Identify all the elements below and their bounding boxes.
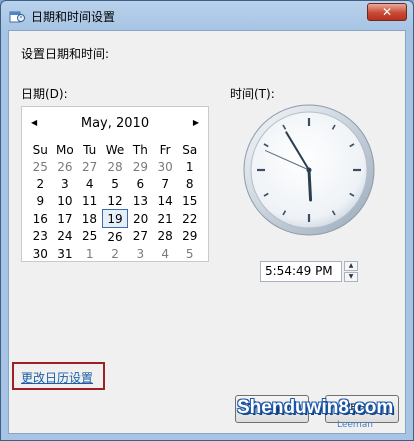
calendar-day[interactable]: 29 bbox=[177, 228, 202, 246]
calendar-clock-icon bbox=[9, 11, 25, 23]
analog-clock bbox=[243, 104, 375, 236]
calendar-day[interactable]: 24 bbox=[53, 228, 78, 246]
calendar-day[interactable]: 4 bbox=[77, 175, 102, 192]
calendar-day[interactable]: 17 bbox=[53, 210, 78, 228]
calendar: ◀ May, 2010 ▶ Su Mo Tu We Th Fr Sa 25 26… bbox=[21, 106, 209, 262]
calendar-month-title[interactable]: May, 2010 bbox=[22, 116, 208, 131]
weekday-header: Fr bbox=[159, 142, 171, 157]
calendar-day[interactable]: 28 bbox=[153, 228, 178, 246]
highlight-box: 更改日历设置 bbox=[12, 362, 105, 390]
calendar-day[interactable]: 6 bbox=[128, 175, 153, 192]
next-month-button[interactable]: ▶ bbox=[193, 118, 199, 127]
weekday-header: Su bbox=[32, 142, 48, 157]
title-bar[interactable]: 日期和时间设置 ✕ bbox=[1, 1, 413, 29]
dialog-heading: 设置日期和时间: bbox=[21, 47, 110, 61]
calendar-week-row: 2 3 4 5 6 7 8 bbox=[28, 175, 202, 192]
weekday-header-row: Su Mo Tu We Th Fr Sa bbox=[28, 141, 202, 158]
window-title: 日期和时间设置 bbox=[31, 10, 116, 24]
weekday-header: Tu bbox=[83, 142, 97, 157]
weekday-header: Th bbox=[132, 142, 148, 157]
weekday-header: Mo bbox=[56, 142, 74, 157]
calendar-day[interactable]: 15 bbox=[177, 192, 202, 210]
calendar-day[interactable]: 30 bbox=[28, 245, 53, 262]
time-spin-up-button[interactable]: ▲ bbox=[344, 261, 358, 271]
calendar-day[interactable]: 2 bbox=[28, 175, 53, 192]
time-input[interactable]: 5:54:49 PM bbox=[260, 261, 342, 282]
calendar-day[interactable]: 20 bbox=[128, 210, 153, 228]
watermark-subtext: Leeman bbox=[337, 420, 373, 430]
calendar-day[interactable]: 5 bbox=[177, 245, 202, 262]
calendar-day[interactable]: 28 bbox=[102, 158, 128, 175]
calendar-day[interactable]: 14 bbox=[153, 192, 178, 210]
calendar-week-row: 25 26 27 28 29 30 1 bbox=[28, 158, 202, 175]
calendar-day[interactable]: 4 bbox=[153, 245, 178, 262]
calendar-week-row: 30 31 1 2 3 4 5 bbox=[28, 245, 202, 262]
calendar-day[interactable]: 8 bbox=[177, 175, 202, 192]
calendar-grid: Su Mo Tu We Th Fr Sa 25 26 27 28 29 30 1 bbox=[28, 141, 202, 262]
calendar-day[interactable]: 3 bbox=[128, 245, 153, 262]
date-time-settings-window: 日期和时间设置 ✕ 设置日期和时间: 日期(D): 时间(T): ◀ May, … bbox=[0, 0, 414, 441]
calendar-day[interactable]: 27 bbox=[128, 228, 153, 246]
calendar-day[interactable]: 11 bbox=[77, 192, 102, 210]
watermark-logo: Shenduwin8.com bbox=[237, 397, 394, 418]
calendar-day[interactable]: 26 bbox=[53, 158, 78, 175]
calendar-day[interactable]: 1 bbox=[177, 158, 202, 175]
calendar-day[interactable]: 27 bbox=[77, 158, 102, 175]
calendar-day-selected[interactable]: 19 bbox=[101, 209, 129, 228]
calendar-day[interactable]: 25 bbox=[77, 228, 102, 246]
calendar-day[interactable]: 21 bbox=[153, 210, 178, 228]
calendar-day[interactable]: 5 bbox=[102, 175, 128, 192]
calendar-day[interactable]: 10 bbox=[53, 192, 78, 210]
calendar-day[interactable]: 18 bbox=[77, 210, 102, 228]
time-spin-down-button[interactable]: ▼ bbox=[344, 272, 358, 282]
weekday-header: Sa bbox=[182, 142, 198, 157]
clock-hour-hand bbox=[307, 168, 313, 202]
calendar-day[interactable]: 7 bbox=[153, 175, 178, 192]
time-label: 时间(T): bbox=[230, 87, 275, 101]
calendar-week-row: 23 24 25 26 27 28 29 bbox=[28, 228, 202, 246]
calendar-day[interactable]: 30 bbox=[153, 158, 178, 175]
calendar-day[interactable]: 1 bbox=[77, 245, 102, 262]
calendar-day[interactable]: 25 bbox=[28, 158, 53, 175]
close-button[interactable]: ✕ bbox=[367, 3, 407, 21]
calendar-day[interactable]: 9 bbox=[28, 192, 53, 210]
dialog-body: 设置日期和时间: 日期(D): 时间(T): ◀ May, 2010 ▶ Su … bbox=[8, 30, 406, 434]
calendar-day[interactable]: 16 bbox=[28, 210, 53, 228]
calendar-day[interactable]: 31 bbox=[53, 245, 78, 262]
calendar-day[interactable]: 3 bbox=[53, 175, 78, 192]
calendar-day[interactable]: 29 bbox=[128, 158, 153, 175]
calendar-week-row: 9 10 11 12 13 14 15 bbox=[28, 192, 202, 210]
date-label: 日期(D): bbox=[21, 87, 68, 101]
weekday-header: We bbox=[105, 142, 125, 157]
calendar-day[interactable]: 2 bbox=[102, 245, 128, 262]
change-calendar-settings-link[interactable]: 更改日历设置 bbox=[21, 369, 93, 386]
calendar-day[interactable]: 12 bbox=[102, 192, 128, 210]
calendar-day[interactable]: 13 bbox=[128, 192, 153, 210]
calendar-day[interactable]: 22 bbox=[177, 210, 202, 228]
calendar-week-row: 16 17 18 19 20 21 22 bbox=[28, 209, 202, 228]
calendar-day[interactable]: 23 bbox=[28, 228, 53, 246]
calendar-day[interactable]: 26 bbox=[102, 228, 128, 246]
